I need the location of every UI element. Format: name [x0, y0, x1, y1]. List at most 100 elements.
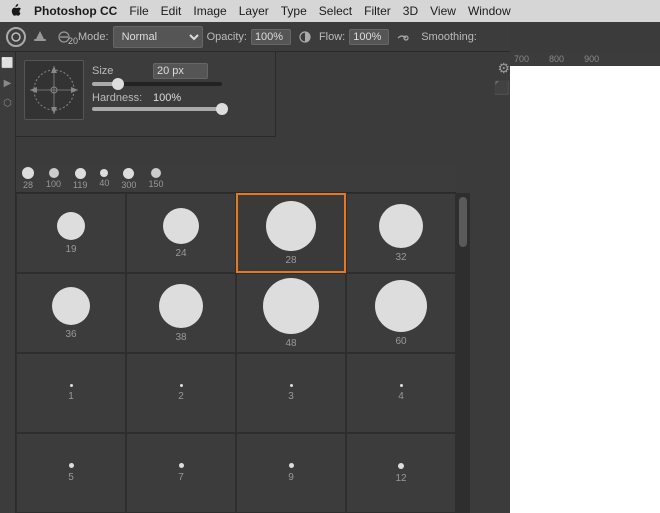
brush-cell-circle — [263, 278, 319, 334]
apple-icon[interactable] — [8, 3, 22, 19]
brush-cell[interactable]: 3 — [236, 353, 346, 433]
brush-cell-label: 19 — [65, 244, 76, 255]
brush-cell[interactable]: 32 — [346, 193, 456, 273]
brush-cell-circle — [375, 280, 427, 332]
brush-cell-circle — [69, 463, 74, 468]
brush-cell-circle — [57, 212, 85, 240]
preset-150[interactable]: 150 — [148, 168, 163, 189]
brush-cell[interactable]: 36 — [16, 273, 126, 353]
menu-window[interactable]: Window — [468, 4, 511, 18]
brush-cell[interactable]: 28 — [236, 193, 346, 273]
brush-cell[interactable]: 60 — [346, 273, 456, 353]
brush-cell[interactable]: 19 — [16, 193, 126, 273]
preset-119[interactable]: 119 — [73, 168, 87, 190]
brush-cell-label: 48 — [285, 338, 296, 349]
brush-cell-circle — [290, 384, 293, 387]
preset-300[interactable]: 300 — [121, 168, 136, 190]
white-canvas[interactable] — [510, 66, 660, 513]
menu-filter[interactable]: Filter — [364, 4, 391, 18]
scrollbar-track[interactable] — [456, 193, 470, 513]
left-sidebar: ⬜ ▶ ⬡ — [0, 52, 16, 513]
preset-28[interactable]: 28 — [22, 167, 34, 190]
flow-input[interactable] — [349, 29, 389, 45]
brush-cell-label: 5 — [68, 472, 74, 483]
brush-cell[interactable]: 9 — [236, 433, 346, 513]
menu-layer[interactable]: Layer — [239, 4, 269, 18]
canvas-area: 700 800 900 — [510, 52, 660, 513]
brush-cell-circle — [398, 463, 404, 469]
menu-type[interactable]: Type — [281, 4, 307, 18]
opacity-toggle-icon[interactable] — [295, 27, 315, 47]
airbrush-icon[interactable] — [393, 27, 413, 47]
marquee-tool[interactable]: ⬜ — [1, 56, 15, 70]
menu-file[interactable]: File — [129, 4, 148, 18]
hardness-value: 100% — [153, 92, 181, 104]
brush-cell-circle — [289, 463, 294, 468]
brush-cell[interactable]: 48 — [236, 273, 346, 353]
brush-cell-circle — [180, 384, 183, 387]
brush-cell-label: 32 — [395, 252, 406, 263]
brush-cell-circle — [400, 384, 403, 387]
opacity-input[interactable] — [251, 29, 291, 45]
lasso-tool[interactable]: ⬡ — [1, 96, 15, 110]
app-name[interactable]: Photoshop CC — [34, 4, 117, 18]
menu-image[interactable]: Image — [193, 4, 226, 18]
arrow-icon[interactable]: ▶ — [1, 76, 15, 90]
brush-cell-circle — [159, 284, 203, 328]
menu-edit[interactable]: Edit — [161, 4, 182, 18]
brush-cell-label: 1 — [68, 391, 74, 402]
brush-tool-icon[interactable] — [6, 27, 26, 47]
brush-cell[interactable]: 5 — [16, 433, 126, 513]
preset-100[interactable]: 100 — [46, 168, 61, 189]
brush-cell-label: 24 — [175, 248, 186, 259]
brush-cell-circle — [179, 463, 184, 468]
brush-cell-label: 7 — [178, 472, 184, 483]
ruler-900: 900 — [584, 54, 599, 64]
brush-cell-label: 3 — [288, 391, 294, 402]
brush-cell-label: 4 — [398, 391, 404, 402]
brush-cell-label: 9 — [288, 472, 294, 483]
brush-cell[interactable]: 7 — [126, 433, 236, 513]
brush-grid: 1924283236384860123457912 — [16, 193, 456, 513]
opacity-label: Opacity: — [207, 31, 247, 43]
mode-label: Mode: — [78, 31, 109, 43]
brush-cell-label: 28 — [285, 255, 296, 266]
ruler-700: 700 — [514, 54, 529, 64]
brush-picker-icon[interactable] — [30, 27, 50, 47]
ruler-top: 700 800 900 — [510, 52, 660, 66]
brush-settings-form: Size Hardness: 100% — [92, 63, 267, 117]
brush-cell-label: 2 — [178, 391, 184, 402]
preset-40[interactable]: 40 — [99, 169, 109, 188]
hardness-label: Hardness: — [92, 92, 147, 104]
brush-cell-label: 12 — [395, 473, 406, 484]
brush-cell-circle — [70, 384, 73, 387]
brush-collapse-icon[interactable]: ⬛ — [494, 80, 510, 96]
brush-cell-label: 38 — [175, 332, 186, 343]
brush-cell-circle — [163, 208, 199, 244]
size-label: Size — [92, 65, 147, 77]
size-slider[interactable] — [92, 82, 222, 86]
menu-3d[interactable]: 3D — [403, 4, 418, 18]
brush-cell[interactable]: 24 — [126, 193, 236, 273]
size-input[interactable] — [153, 63, 208, 79]
brush-cell-circle — [379, 204, 423, 248]
smoothing-label: Smoothing: — [421, 31, 477, 43]
brush-preview-area: Size Hardness: 100% — [24, 60, 267, 120]
menu-view[interactable]: View — [430, 4, 456, 18]
brush-cell-label: 60 — [395, 336, 406, 347]
brush-cell[interactable]: 38 — [126, 273, 236, 353]
brush-settings-gear-icon[interactable]: ⚙ — [497, 60, 510, 77]
brush-cell[interactable]: 4 — [346, 353, 456, 433]
mode-dropdown[interactable]: Normal Multiply Screen Overlay — [113, 26, 203, 48]
brush-cell-circle — [52, 287, 90, 325]
brush-cell[interactable]: 2 — [126, 353, 236, 433]
scrollbar-thumb[interactable] — [459, 197, 467, 247]
brush-cell-label: 36 — [65, 329, 76, 340]
hardness-slider[interactable] — [92, 107, 222, 111]
brush-cell[interactable]: 12 — [346, 433, 456, 513]
brush-cell[interactable]: 1 — [16, 353, 126, 433]
ruler-800: 800 — [549, 54, 564, 64]
menubar: Photoshop CC File Edit Image Layer Type … — [0, 0, 660, 22]
flow-label: Flow: — [319, 31, 345, 43]
menu-select[interactable]: Select — [319, 4, 352, 18]
